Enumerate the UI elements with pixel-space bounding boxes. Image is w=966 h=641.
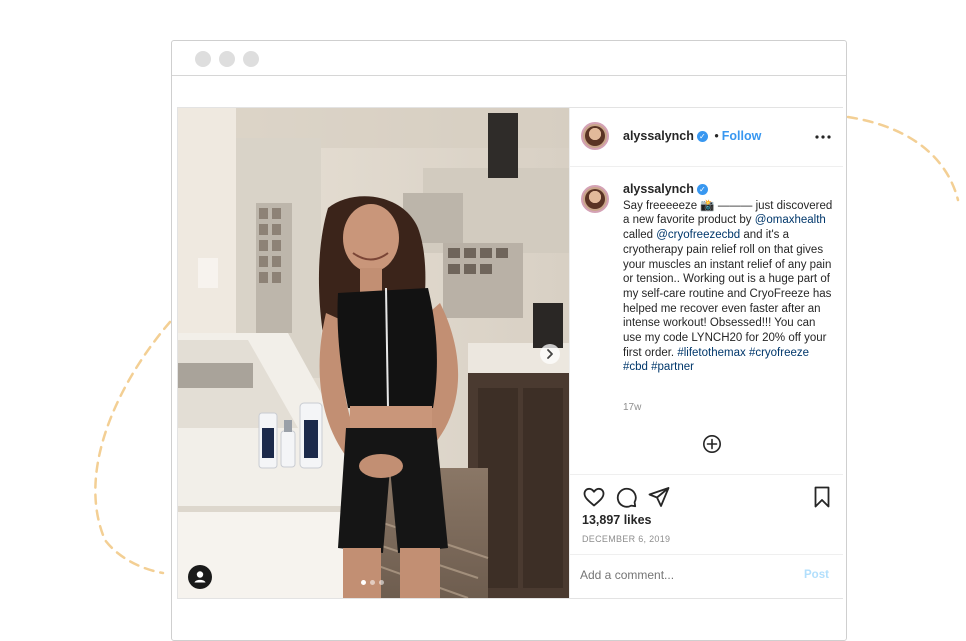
post-header: alyssalynch ✓ • Follow	[570, 108, 843, 166]
header-username[interactable]: alyssalynch	[623, 129, 694, 143]
caption-text-2: called	[623, 229, 657, 242]
share-button[interactable]	[647, 485, 671, 509]
more-dots-icon	[815, 135, 831, 139]
next-arrow-button[interactable]	[540, 344, 560, 364]
view-more-comments-button[interactable]	[702, 434, 722, 454]
post-photo[interactable]	[178, 108, 569, 598]
avatar-image	[585, 126, 605, 146]
carousel-indicator	[361, 580, 385, 586]
post-comment-button[interactable]: Post	[804, 569, 829, 581]
verified-badge-icon: ✓	[696, 184, 708, 196]
avatar[interactable]	[581, 122, 609, 150]
post-side-panel: alyssalynch ✓ • Follow alyssalynch ✓ Say fr…	[569, 108, 843, 598]
likes-count[interactable]: 13,897 likes	[582, 513, 652, 527]
bookmark-icon	[814, 486, 830, 508]
comment-icon	[616, 487, 637, 508]
carousel-dot	[379, 580, 384, 585]
follow-button[interactable]: Follow	[722, 129, 762, 143]
post-caption: alyssalynch ✓ Say freeeeeze 📸 ——— just di…	[623, 182, 836, 375]
caption-avatar[interactable]	[581, 185, 609, 213]
carousel-dot	[370, 580, 375, 585]
comment-input[interactable]	[580, 566, 780, 584]
post-date: DECEMBER 6, 2019	[582, 534, 671, 544]
header-divider	[570, 166, 843, 167]
window-close-button[interactable]	[195, 51, 211, 67]
share-icon	[648, 487, 670, 507]
actions-divider	[570, 474, 843, 475]
user-tag-icon	[194, 571, 206, 583]
window-minimize-button[interactable]	[219, 51, 235, 67]
caption-username[interactable]: alyssalynch	[623, 182, 694, 196]
comment-divider	[570, 554, 843, 555]
header-separator: •	[714, 129, 719, 143]
browser-window: alyssalynch ✓ • Follow alyssalynch ✓ Say fr…	[171, 40, 847, 641]
window-maximize-button[interactable]	[243, 51, 259, 67]
header-user-line: alyssalynch ✓ • Follow	[623, 129, 761, 143]
mention-cryofreezecbd[interactable]: @cryofreezecbd	[656, 229, 740, 241]
photo-illustration	[178, 108, 569, 598]
caption-timestamp: 17w	[623, 402, 642, 413]
carousel-dot-active	[361, 580, 366, 585]
more-options-button[interactable]	[813, 129, 833, 145]
add-circle-icon	[703, 435, 721, 453]
hashtag-cryofreeze[interactable]: #cryofreeze	[749, 347, 809, 359]
verified-badge-icon: ✓	[696, 131, 708, 143]
hashtag-cbd[interactable]: #cbd	[623, 361, 648, 373]
comment-button[interactable]	[614, 485, 638, 509]
next-arrow-icon	[547, 349, 553, 359]
save-button[interactable]	[810, 485, 834, 509]
user-tag-button[interactable]	[188, 565, 212, 589]
heart-icon	[583, 487, 605, 507]
caption-text-3: and it's a cryotherapy pain relief roll …	[623, 229, 832, 359]
instagram-post: alyssalynch ✓ • Follow alyssalynch ✓ Say fr…	[177, 107, 843, 599]
hashtag-partner[interactable]: #partner	[651, 361, 694, 373]
mention-omaxhealth[interactable]: @omaxhealth	[755, 214, 826, 226]
like-button[interactable]	[582, 485, 606, 509]
avatar-image	[585, 189, 605, 209]
hashtag-lifetothemax[interactable]: #lifetothemax	[677, 347, 745, 359]
window-titlebar	[172, 41, 846, 76]
